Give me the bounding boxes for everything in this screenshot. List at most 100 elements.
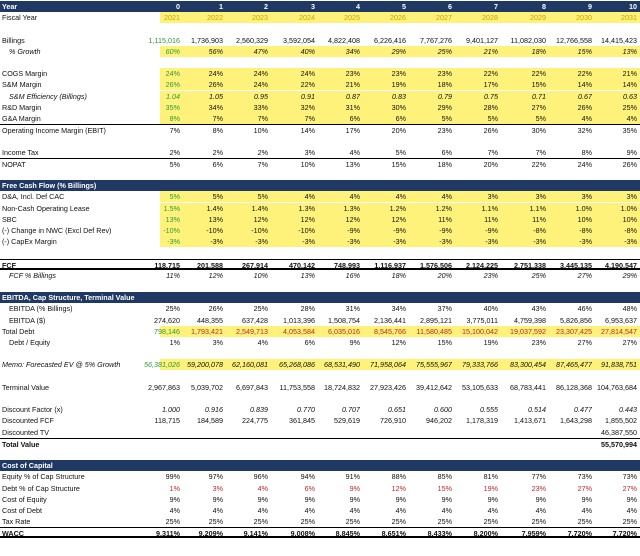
table-cell[interactable]: 0.63: [593, 91, 637, 102]
table-cell[interactable]: 15%: [408, 337, 452, 348]
table-cell[interactable]: 29%: [408, 102, 452, 113]
table-cell[interactable]: 18%: [408, 79, 452, 90]
table-cell[interactable]: 19%: [454, 337, 498, 348]
table-cell[interactable]: 19%: [454, 483, 498, 494]
table-cell[interactable]: 4,759,398: [502, 315, 546, 326]
table-cell[interactable]: 15,100,042: [454, 326, 498, 337]
table-cell[interactable]: 0.75: [454, 91, 498, 102]
table-cell[interactable]: 9%: [316, 494, 360, 505]
table-cell[interactable]: 4%: [316, 191, 360, 202]
table-cell[interactable]: 6,953,637: [593, 315, 637, 326]
table-cell[interactable]: 104,763,684: [593, 382, 637, 393]
table-cell[interactable]: 9%: [454, 494, 498, 505]
table-cell[interactable]: 27%: [502, 102, 546, 113]
table-cell[interactable]: 10: [593, 1, 637, 12]
table-cell[interactable]: 1.1%: [454, 203, 498, 214]
table-cell[interactable]: 1,413,671: [502, 415, 546, 426]
table-cell[interactable]: 3%: [179, 483, 223, 494]
table-cell[interactable]: 1,178,319: [454, 415, 498, 426]
table-cell[interactable]: 1,643,298: [548, 415, 592, 426]
table-cell[interactable]: 11%: [454, 214, 498, 225]
table-cell[interactable]: 9.311%: [136, 528, 180, 539]
table-cell[interactable]: 46,387,550: [593, 427, 637, 438]
table-cell[interactable]: 3%: [548, 191, 592, 202]
table-cell[interactable]: 4%: [224, 337, 268, 348]
table-cell[interactable]: 3%: [179, 337, 223, 348]
table-cell[interactable]: 15%: [548, 46, 592, 57]
table-cell[interactable]: 25%: [454, 516, 498, 527]
table-cell[interactable]: 3,775,011: [454, 315, 498, 326]
table-cell[interactable]: 27%: [593, 337, 637, 348]
table-cell[interactable]: 8.845%: [316, 528, 360, 539]
table-cell[interactable]: 0.555: [454, 404, 498, 415]
table-cell[interactable]: 5%: [224, 191, 268, 202]
table-cell[interactable]: 27%: [548, 270, 592, 281]
table-cell[interactable]: 7,767,276: [408, 35, 452, 46]
table-cell[interactable]: 14%: [548, 79, 592, 90]
table-cell[interactable]: 4%: [271, 505, 315, 516]
table-cell[interactable]: 2022: [179, 12, 223, 23]
table-cell[interactable]: 2,549,713: [224, 326, 268, 337]
table-cell[interactable]: 68,531,490: [316, 359, 360, 370]
table-cell[interactable]: 0.71: [502, 91, 546, 102]
table-cell[interactable]: -9%: [454, 225, 498, 236]
table-cell[interactable]: 2029: [502, 12, 546, 23]
table-cell[interactable]: 10%: [548, 214, 592, 225]
table-cell[interactable]: 1,508,754: [316, 315, 360, 326]
table-cell[interactable]: 17%: [454, 79, 498, 90]
table-cell[interactable]: 56,381,026: [136, 359, 180, 370]
table-cell[interactable]: 4%: [271, 191, 315, 202]
table-cell[interactable]: 29%: [362, 46, 406, 57]
table-cell[interactable]: 946,202: [408, 415, 452, 426]
table-cell[interactable]: [316, 427, 360, 438]
table-cell[interactable]: 27%: [548, 337, 592, 348]
table-cell[interactable]: 26%: [136, 79, 180, 90]
table-cell[interactable]: 2023: [224, 12, 268, 23]
table-cell[interactable]: 33%: [224, 102, 268, 113]
table-cell[interactable]: 19%: [362, 79, 406, 90]
table-cell[interactable]: 4%: [454, 505, 498, 516]
table-cell[interactable]: 18%: [502, 46, 546, 57]
table-cell[interactable]: 0.916: [179, 404, 223, 415]
table-cell[interactable]: 97%: [179, 471, 223, 482]
table-cell[interactable]: -3%: [502, 236, 546, 247]
table-cell[interactable]: 87,465,477: [548, 359, 592, 370]
table-cell[interactable]: [179, 427, 223, 438]
table-cell[interactable]: [502, 427, 546, 438]
table-cell[interactable]: 32%: [271, 102, 315, 113]
table-cell[interactable]: 2: [224, 1, 268, 12]
table-cell[interactable]: 12%: [362, 483, 406, 494]
table-cell[interactable]: [271, 427, 315, 438]
table-cell[interactable]: 2030: [548, 12, 592, 23]
table-cell[interactable]: 13%: [271, 270, 315, 281]
table-cell[interactable]: 1.000: [136, 404, 180, 415]
table-cell[interactable]: [136, 427, 180, 438]
table-cell[interactable]: 23%: [454, 270, 498, 281]
table-cell[interactable]: 4%: [362, 191, 406, 202]
table-cell[interactable]: 1,793,421: [179, 326, 223, 337]
table-cell[interactable]: 9,401,127: [454, 35, 498, 46]
table-cell[interactable]: 34%: [179, 102, 223, 113]
table-cell[interactable]: 81%: [454, 471, 498, 482]
table-cell[interactable]: 25%: [362, 516, 406, 527]
table-cell[interactable]: 11,082,030: [502, 35, 546, 46]
table-cell[interactable]: 25%: [408, 46, 452, 57]
table-cell[interactable]: 3%: [271, 147, 315, 158]
table-cell[interactable]: 0.770: [271, 404, 315, 415]
table-cell[interactable]: 1.0%: [593, 203, 637, 214]
table-cell[interactable]: 361,845: [271, 415, 315, 426]
table-cell[interactable]: 48%: [593, 303, 637, 314]
table-cell[interactable]: -10%: [136, 225, 180, 236]
table-cell[interactable]: 1.1%: [502, 203, 546, 214]
table-cell[interactable]: 3%: [454, 191, 498, 202]
table-cell[interactable]: 1.3%: [316, 203, 360, 214]
table-cell[interactable]: 1,115,016: [136, 35, 180, 46]
table-cell[interactable]: 529,619: [316, 415, 360, 426]
table-cell[interactable]: 4%: [224, 483, 268, 494]
table-cell[interactable]: 40%: [271, 46, 315, 57]
table-cell[interactable]: 3%: [502, 191, 546, 202]
table-cell[interactable]: 23%: [408, 68, 452, 79]
table-cell[interactable]: 5%: [362, 147, 406, 158]
table-cell[interactable]: 4%: [548, 505, 592, 516]
table-cell[interactable]: 9%: [548, 494, 592, 505]
